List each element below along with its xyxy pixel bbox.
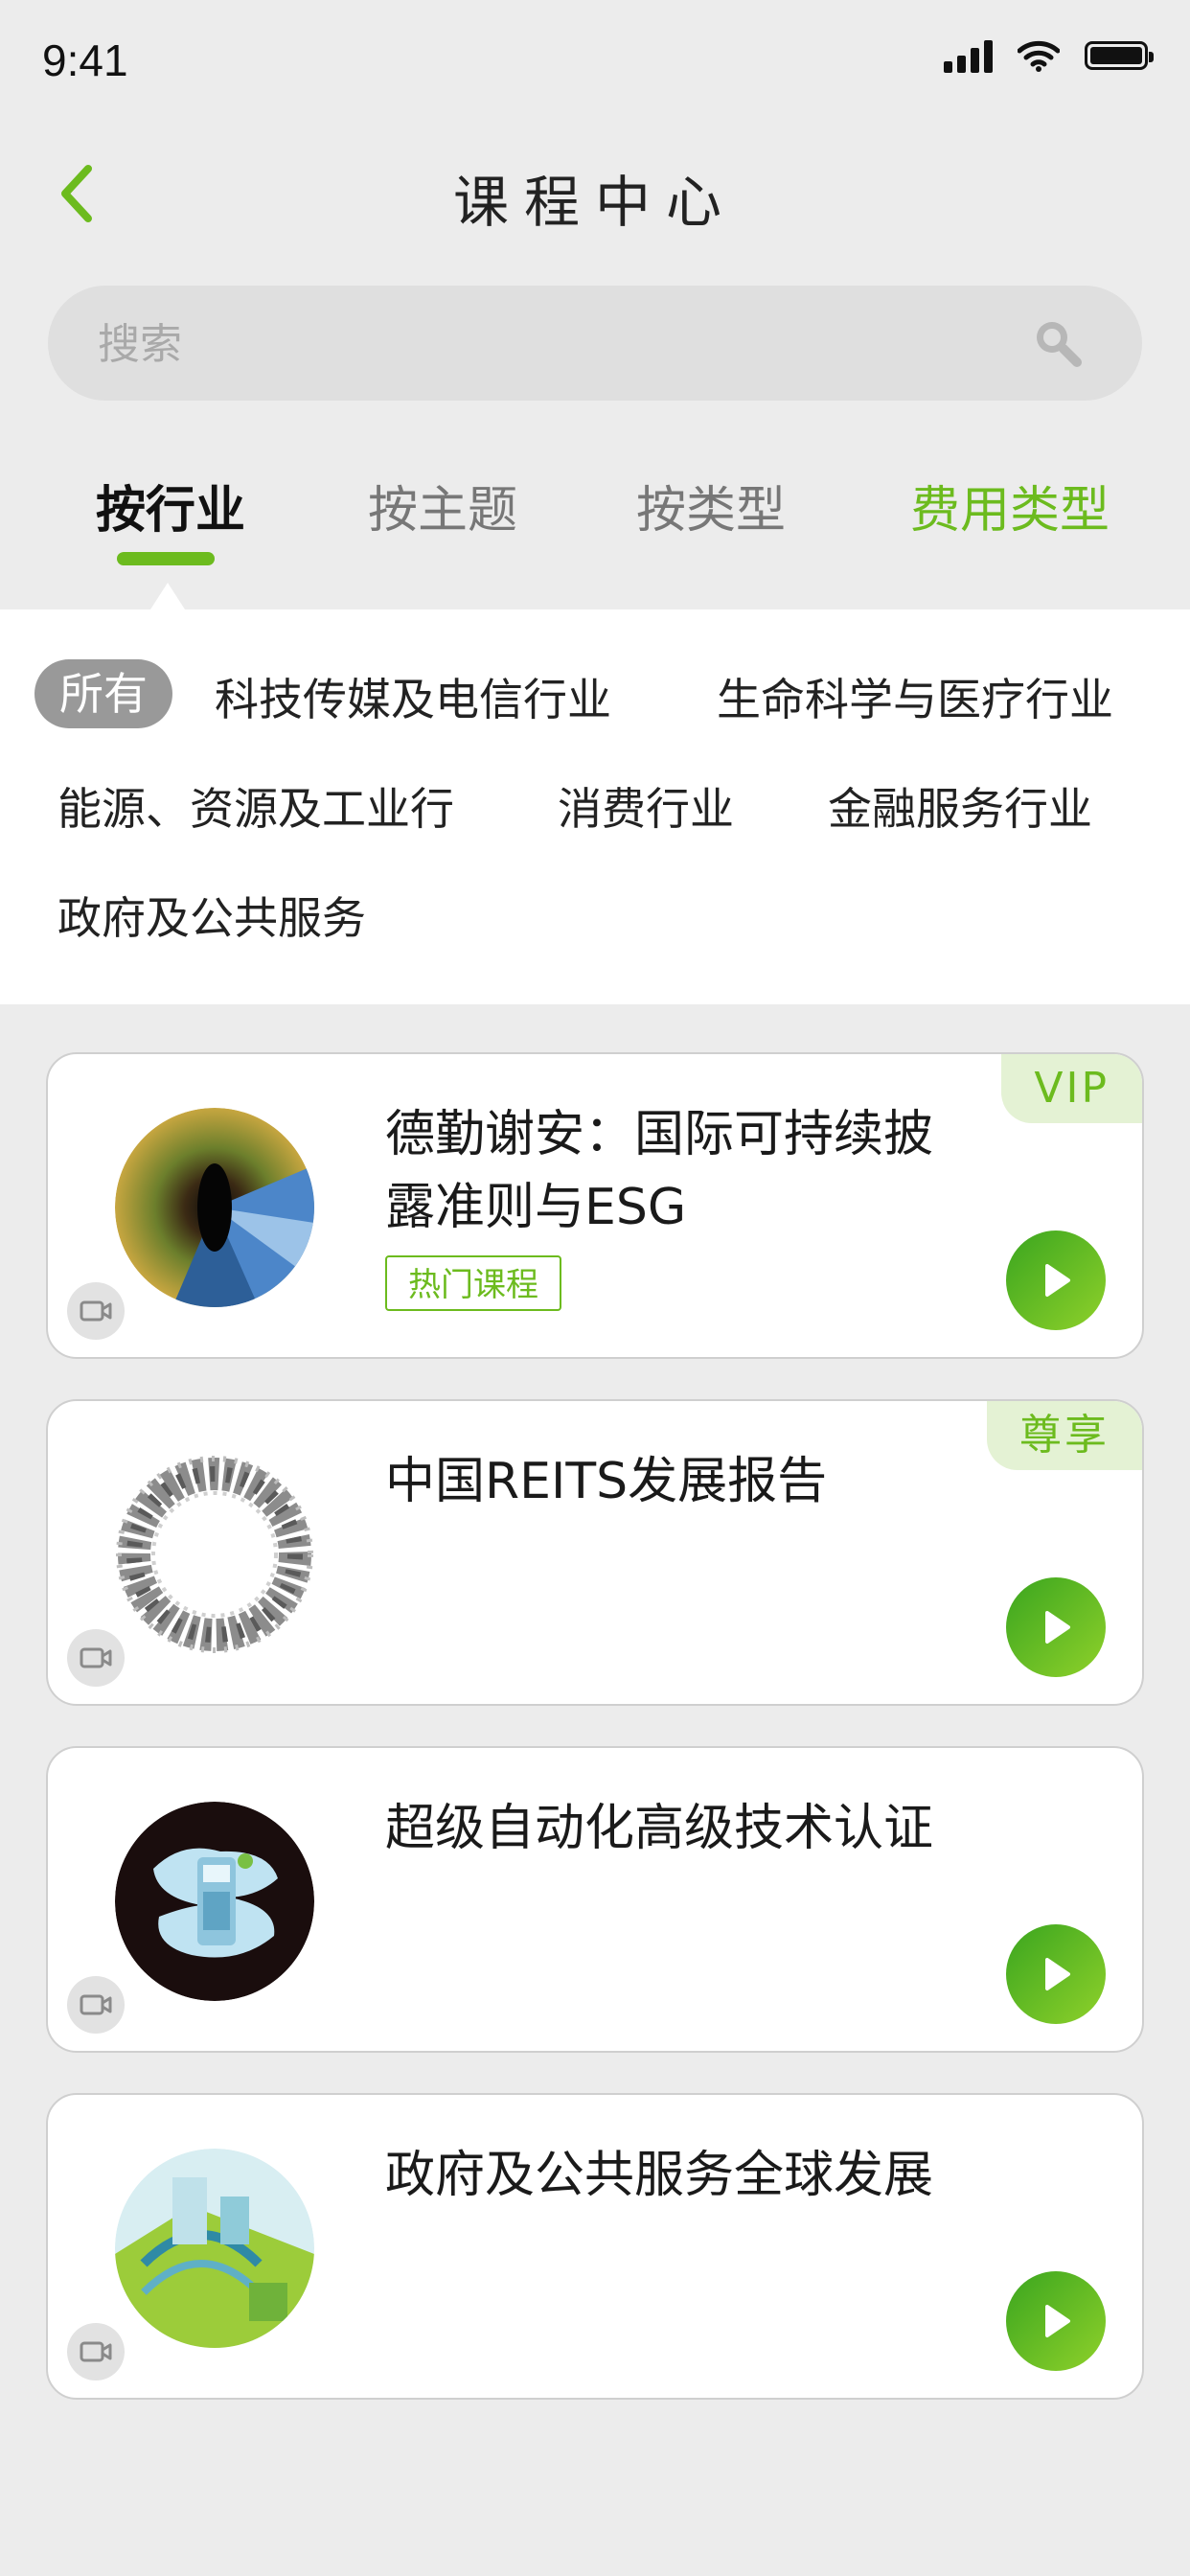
premium-badge: 尊享 — [987, 1401, 1142, 1470]
filter-panel-caret — [150, 583, 185, 610]
course-title: 政府及公共服务全球发展 — [385, 2147, 934, 2204]
video-camera-icon — [80, 1300, 112, 1322]
battery-icon — [1085, 41, 1154, 70]
video-camera-icon — [80, 2341, 112, 2362]
status-time: 9:41 — [42, 35, 128, 85]
course-card[interactable]: 政府及公共服务全球发展 — [46, 2093, 1144, 2400]
play-button[interactable] — [1006, 2271, 1106, 2371]
play-button[interactable] — [1006, 1924, 1106, 2024]
wifi-icon — [1018, 40, 1060, 72]
tab-type[interactable]: 按类型 — [636, 470, 786, 541]
video-badge — [67, 1629, 125, 1687]
search-bar — [48, 286, 1142, 402]
category-tabs: 按行业 按主题 按类型 费用类型 — [0, 450, 1190, 575]
tab-industry[interactable]: 按行业 — [96, 470, 245, 541]
video-badge — [67, 2323, 125, 2380]
filter-chip-consumer[interactable]: 消费行业 — [558, 774, 734, 838]
course-thumbnail-government — [115, 2149, 314, 2348]
nav-bar: 课程中心 — [0, 134, 1190, 249]
filter-chip-all[interactable]: 所有 — [34, 659, 172, 728]
search-icon[interactable] — [1031, 316, 1085, 370]
filter-chip-government[interactable]: 政府及公共服务 — [57, 884, 366, 947]
status-icons — [944, 38, 1154, 73]
video-camera-icon — [80, 1994, 112, 2015]
play-button[interactable] — [1006, 1577, 1106, 1677]
search-input[interactable] — [96, 286, 1019, 402]
active-tab-indicator — [117, 552, 215, 565]
page-title: 课程中心 — [452, 170, 737, 235]
filter-panel: 所有 科技传媒及电信行业 生命科学与医疗行业 能源、资源及工业行 消费行业 金融… — [0, 610, 1190, 1004]
play-button[interactable] — [1006, 1230, 1106, 1330]
vip-badge: VIP — [1001, 1054, 1142, 1123]
video-badge — [67, 1976, 125, 2034]
play-icon — [1045, 1958, 1070, 1990]
tab-topic[interactable]: 按主题 — [368, 470, 517, 541]
filter-chip-financial[interactable]: 金融服务行业 — [828, 774, 1092, 838]
cellular-signal-icon — [944, 38, 993, 73]
course-card[interactable]: 超级自动化高级技术认证 — [46, 1746, 1144, 2053]
course-card[interactable]: 德勤谢安：国际可持续披露准则与ESG 热门课程 VIP — [46, 1052, 1144, 1359]
course-thumbnail-automation — [115, 1802, 314, 2001]
video-badge — [67, 1282, 125, 1340]
course-thumbnail-city-ring — [115, 1455, 314, 1654]
course-title: 德勤谢安：国际可持续披露准则与ESG — [385, 1106, 934, 1236]
hot-course-tag: 热门课程 — [385, 1255, 561, 1311]
tab-fee-type[interactable]: 费用类型 — [910, 470, 1110, 541]
course-card[interactable]: 中国REITS发展报告 尊享 — [46, 1399, 1144, 1706]
filter-chip-tmt[interactable]: 科技传媒及电信行业 — [215, 665, 611, 728]
course-title: 超级自动化高级技术认证 — [385, 1800, 934, 1857]
course-title: 中国REITS发展报告 — [385, 1453, 828, 1510]
video-camera-icon — [80, 1647, 112, 1668]
play-icon — [1045, 2305, 1070, 2337]
filter-chip-energy[interactable]: 能源、资源及工业行 — [57, 774, 454, 838]
course-thumbnail-forest — [115, 1108, 314, 1307]
play-icon — [1045, 1611, 1070, 1644]
play-icon — [1045, 1264, 1070, 1297]
status-bar: 9:41 — [0, 0, 1190, 125]
filter-chip-life-sciences[interactable]: 生命科学与医疗行业 — [717, 665, 1113, 728]
